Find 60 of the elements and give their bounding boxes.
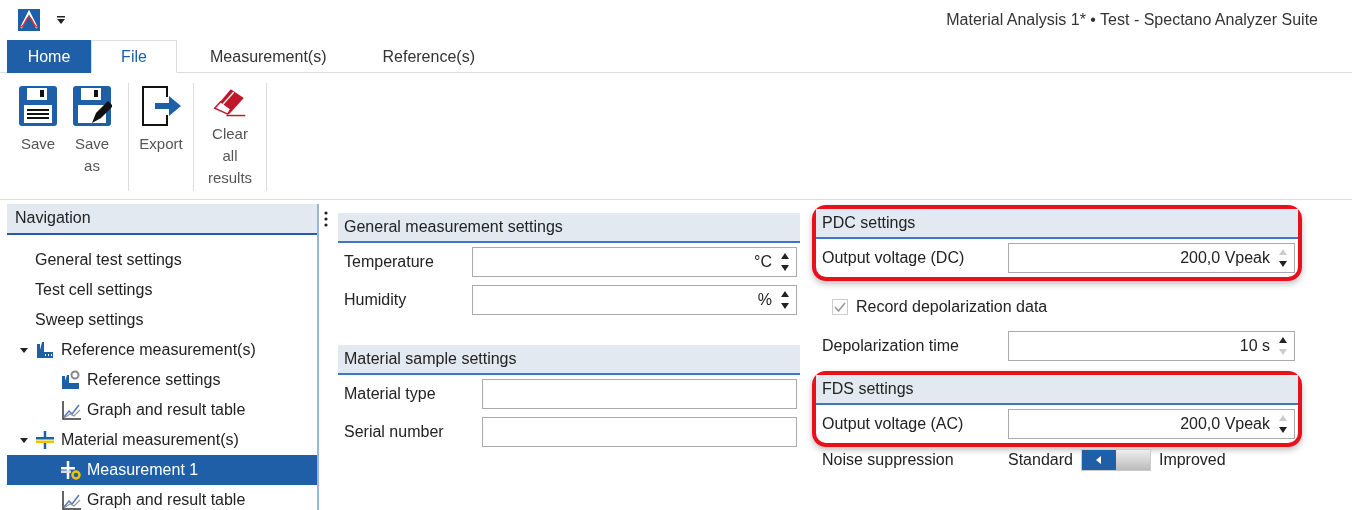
spin-arrows-icon[interactable] [780,289,790,311]
tree-item[interactable]: Reference measurement(s) [7,335,317,365]
input-field[interactable] [482,379,797,409]
line-chart-icon [61,400,81,420]
tree-item[interactable]: Graph and result table [7,485,317,510]
tree-item[interactable]: Graph and result table [7,395,317,425]
spin-field[interactable]: 10 s [1008,331,1295,361]
ribbon-tab[interactable]: Home [7,40,91,73]
capacitor-gear-icon [61,460,81,480]
field-label: Temperature [344,253,435,271]
toggle-option-label: Improved [1158,451,1226,469]
field-label: Output voltage (AC) [822,415,965,433]
spin-field[interactable]: 200,0 Vpeak [1008,243,1295,273]
spin-arrows-icon[interactable] [780,251,790,273]
expand-caret-icon[interactable] [19,345,29,355]
expand-caret-icon[interactable] [19,435,29,445]
ribbon-button[interactable]: Save as [62,83,122,191]
field-label: Output voltage (DC) [822,249,966,267]
spin-arrows-icon[interactable] [1278,247,1288,269]
field-label: Serial number [344,423,445,441]
toggle-switch[interactable] [1080,449,1151,471]
quick-access-dropdown-icon[interactable] [56,15,66,25]
field-label: Humidity [344,291,408,309]
tree-item[interactable]: Test cell settings [7,275,317,305]
app-logo-icon [18,9,40,31]
toggle-option-label: Standard [1008,451,1073,469]
ribbon-button[interactable]: Save [14,83,62,191]
tree-item[interactable]: General test settings [7,245,317,275]
building-gear-icon [61,370,81,390]
spin-arrows-icon[interactable] [1278,335,1288,357]
tree-item[interactable]: Reference settings [7,365,317,395]
checkbox-label: Record depolarization data [856,298,1048,316]
window-title: Material Analysis 1* • Test - Spectano Analyzer Suite [946,11,1318,29]
ribbon-tab[interactable]: File [91,40,177,73]
section-header: General measurement settings [338,213,800,243]
spin-field[interactable]: °C [472,247,797,277]
panel-header: Navigation [7,204,317,235]
triangle-arrow-icon [1094,455,1103,465]
ribbon-button[interactable]: Clear all results [200,83,260,191]
export-arrow-icon [139,85,183,127]
spin-arrows-icon[interactable] [1278,413,1288,435]
ribbon-tab[interactable]: Measurement(s) [177,40,360,73]
tree-item[interactable]: Measurement 1 [7,455,317,485]
capacitor-icon [35,430,55,450]
tree-item[interactable]: Material measurement(s) [7,425,317,455]
field-label: Material type [344,385,437,403]
field-label: Depolarization time [822,337,960,355]
floppy-disk-pencil-icon [72,85,112,127]
spin-field[interactable]: % [472,285,797,315]
input-field[interactable] [482,417,797,447]
spin-field[interactable]: 200,0 Vpeak [1008,409,1295,439]
tree-item[interactable]: Sweep settings [7,305,317,335]
building-icon [35,340,55,360]
ribbon-button[interactable]: Export [135,83,187,191]
section-header: PDC settings [816,209,1298,239]
ribbon-tab[interactable]: Reference(s) [359,40,498,73]
section-header: Material sample settings [338,345,800,375]
field-label: Noise suppression [822,451,955,469]
line-chart-icon [61,490,81,510]
section-header: FDS settings [816,375,1298,405]
